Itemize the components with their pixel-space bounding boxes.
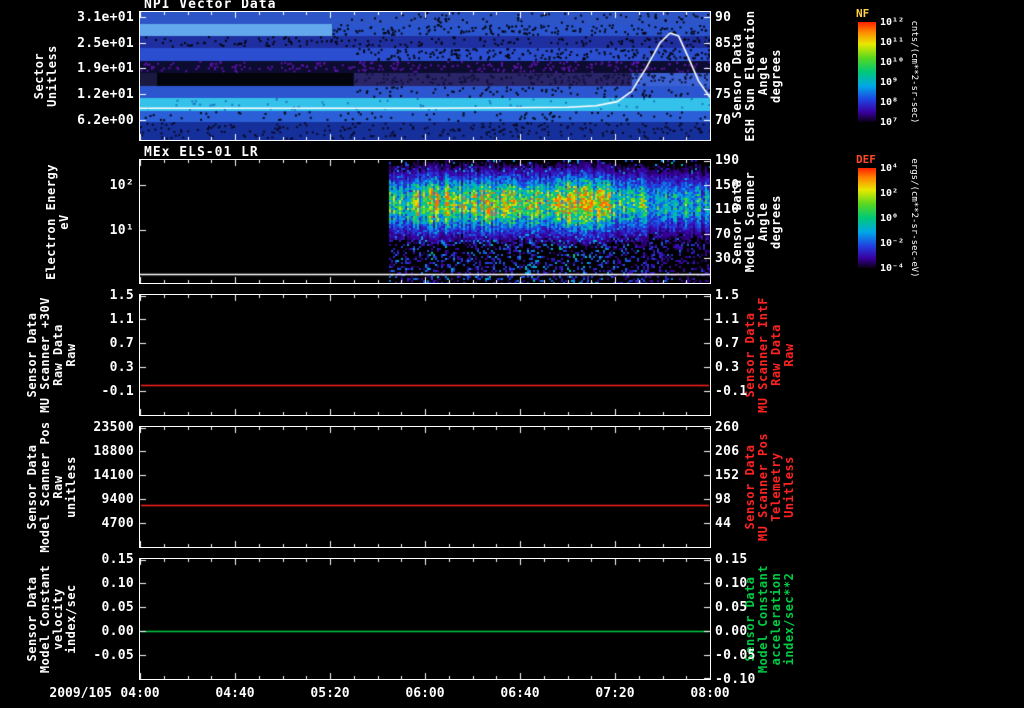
left-tick-label: 0.10 (101, 576, 134, 591)
right-tick-label: 0.00 (715, 624, 748, 639)
npi-spectrogram-canvas (140, 12, 710, 140)
x-axis-date-label: 2009/105 (49, 686, 112, 701)
colorbar-tick-label: 10² (880, 188, 899, 199)
right-tick-label: 206 (715, 444, 740, 459)
left-tick-label: 1.1 (109, 312, 134, 327)
right-tick-label: 80 (715, 61, 732, 77)
x-axis-tick-label: 04:00 (120, 686, 160, 701)
right-tick-label: 85 (715, 35, 732, 51)
x-axis-tick-label: 08:00 (690, 686, 730, 701)
scanner-pos-line-canvas (140, 427, 710, 547)
els-spectrogram-canvas (140, 160, 710, 283)
x-axis-tick-label: 06:00 (405, 686, 445, 701)
left-tick-label: 1.9e+01 (77, 61, 134, 77)
left-tick-label: 23500 (93, 420, 134, 435)
left-tick-label: 10² (109, 177, 134, 193)
colorbar-tick-label: 10⁸ (880, 97, 899, 108)
right-tick-label: -0.05 (715, 648, 756, 663)
left-tick-label: -0.05 (93, 648, 134, 663)
right-tick-label: 0.15 (715, 552, 748, 567)
colorbar-tick-label: 10¹¹ (880, 37, 905, 48)
right-tick-label: 0.05 (715, 600, 748, 615)
right-tick-label: 190 (715, 153, 740, 168)
left-tick-label: 14100 (93, 468, 134, 483)
right-tick-label: 90 (715, 10, 732, 26)
plot-area-mu-scanner-30v (139, 294, 711, 416)
plot-area-npi (139, 11, 711, 141)
colorbar-tick-label: 10¹² (880, 17, 905, 28)
left-tick-label: 9400 (101, 492, 134, 507)
left-tick-label: 0.3 (109, 360, 134, 375)
left-tick-label: 2.5e+01 (77, 35, 134, 51)
right-tick-label: 150 (715, 177, 740, 193)
right-tick-label: 1.5 (715, 288, 740, 303)
right-tick-label: 70 (715, 226, 732, 242)
x-axis-tick-label: 06:40 (500, 686, 540, 701)
left-tick-label: 1.2e+01 (77, 86, 134, 102)
colorbar-tick-label: 10⁰ (880, 213, 899, 224)
right-tick-label: 260 (715, 420, 740, 435)
right-tick-label: 152 (715, 468, 740, 483)
right-tick-label: 98 (715, 492, 732, 507)
left-tick-label: 10¹ (109, 223, 134, 239)
right-tick-label: 0.7 (715, 336, 740, 351)
colorbar-tick-label: 10⁻² (880, 238, 905, 249)
colorbar-tick-label: 10⁹ (880, 77, 899, 88)
left-tick-label: 0.00 (101, 624, 134, 639)
left-tick-label: 18800 (93, 444, 134, 459)
right-tick-label: 0.10 (715, 576, 748, 591)
colorbar-tick-label: 10⁴ (880, 163, 899, 174)
left-tick-label: 3.1e+01 (77, 10, 134, 26)
x-axis-tick-label: 07:20 (595, 686, 635, 701)
plot-area-els (139, 159, 711, 284)
colorbar-tick-label: 10⁻⁴ (880, 263, 905, 274)
plot-area-scanner-pos (139, 426, 711, 548)
left-tick-label: 0.7 (109, 336, 134, 351)
right-tick-label: 110 (715, 202, 740, 218)
colorbar-def-unit: ergs/(cm**2-sr-sec-eV) (909, 158, 919, 278)
left-tick-label: 1.5 (109, 288, 134, 303)
panel-title: MEx ELS-01 LR (144, 145, 259, 160)
right-tick-label: 0.3 (715, 360, 740, 375)
right-tick-label: -0.10 (715, 672, 756, 687)
plot-area-model-constant (139, 558, 711, 680)
left-tick-label: 0.15 (101, 552, 134, 567)
mu-scanner-30v-line-canvas (140, 295, 710, 415)
model-constant-line-canvas (140, 559, 710, 679)
left-tick-label: 0.05 (101, 600, 134, 615)
x-axis-tick-label: 05:20 (310, 686, 350, 701)
colorbar-tick-label: 10¹⁰ (880, 57, 905, 68)
right-tick-label: 1.1 (715, 312, 740, 327)
right-tick-label: 75 (715, 86, 732, 102)
science-plot-page: NPI Vector Data Sector Unitless Sensor D… (0, 0, 1024, 708)
x-axis-tick-label: 04:40 (215, 686, 255, 701)
